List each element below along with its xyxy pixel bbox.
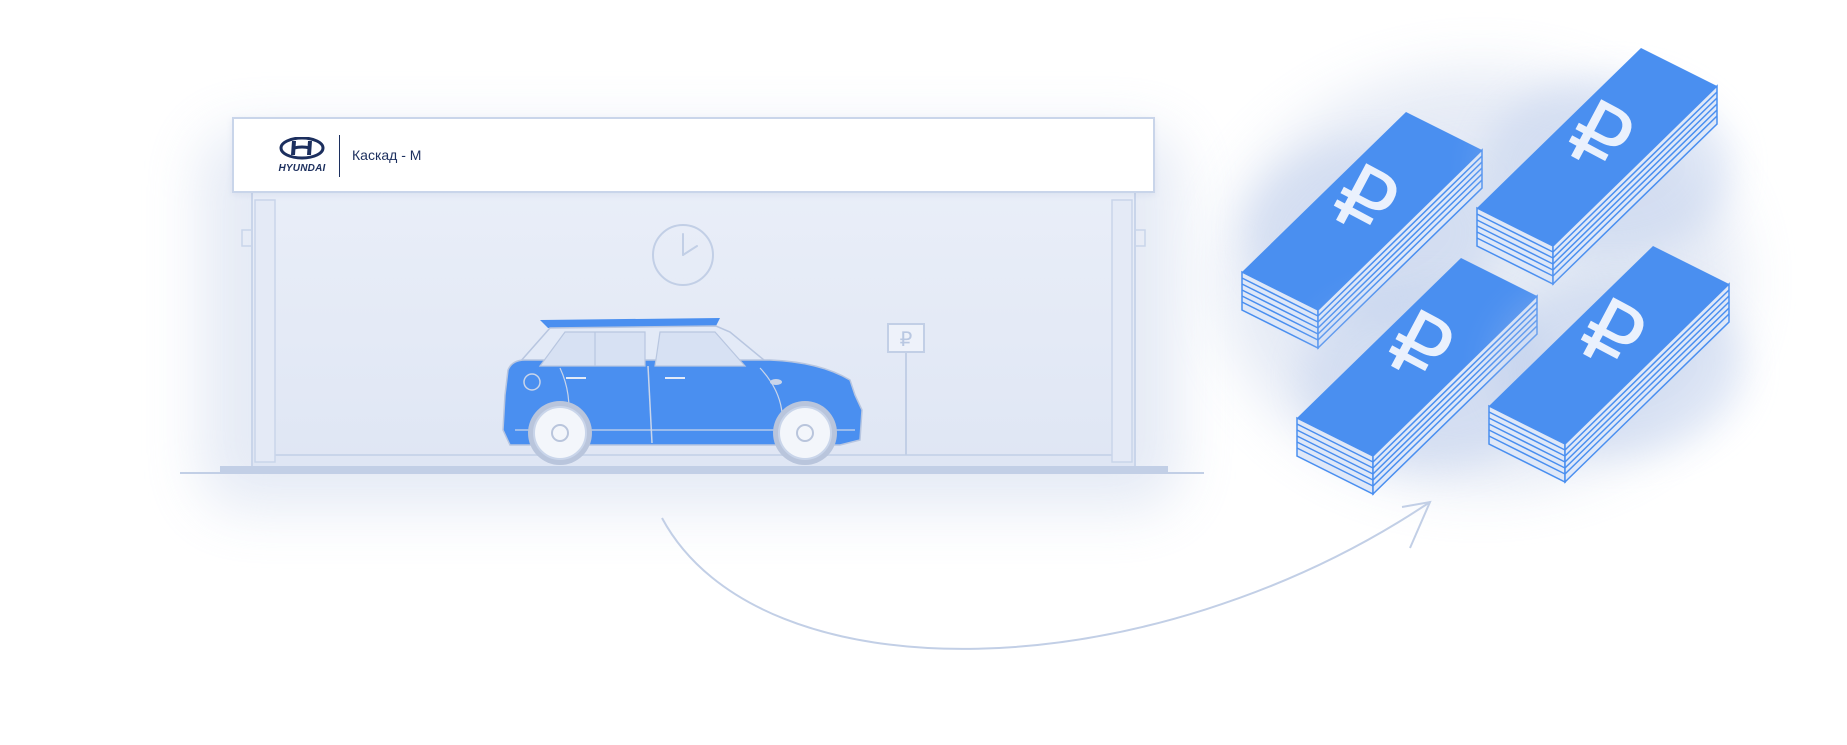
dealer-name: Каскад - М [352, 147, 422, 163]
hyundai-logo: HYUNDAI [274, 136, 330, 177]
curved-arrow [661, 500, 1432, 650]
brand-wordmark: HYUNDAI [278, 163, 326, 174]
scene-illustration: ₽ ₽ ₽ ₽ ₽ [180, 48, 1744, 650]
hyundai-emblem-icon [279, 136, 325, 160]
sign-divider [339, 135, 340, 177]
dealer-sign: HYUNDAI Каскад - М [232, 117, 1155, 193]
svg-text:₽: ₽ [900, 329, 913, 351]
